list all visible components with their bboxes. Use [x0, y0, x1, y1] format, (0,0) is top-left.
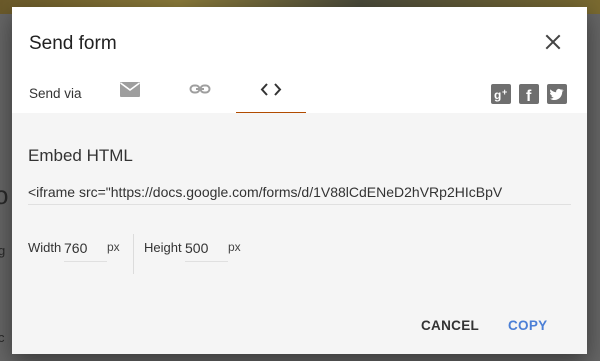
dialog-body: Embed HTML <iframe src="https://docs.goo… — [12, 113, 587, 354]
send-via-label: Send via — [29, 86, 82, 101]
google-plus-icon: g + — [494, 87, 507, 102]
height-input[interactable]: 500 — [185, 240, 228, 262]
height-label: Height — [144, 240, 182, 255]
svg-text:f: f — [526, 88, 532, 104]
width-label: Width — [28, 240, 62, 255]
svg-text:g: g — [494, 88, 501, 102]
background-text-fragment: c — [0, 330, 5, 345]
cancel-button[interactable]: CANCEL — [421, 318, 479, 333]
dialog-title: Send form — [29, 33, 117, 54]
email-icon — [120, 82, 140, 97]
facebook-share-button[interactable]: f — [519, 84, 539, 104]
send-form-dialog: Send form Send via g + f Embed HTML <ifr… — [12, 7, 587, 354]
svg-text:+: + — [502, 87, 507, 97]
field-divider — [133, 234, 134, 274]
dialog-header: Send form Send via g + f — [12, 7, 587, 114]
width-input[interactable]: 760 — [64, 240, 107, 262]
twitter-share-button[interactable] — [547, 84, 567, 104]
tab-embed[interactable] — [236, 77, 306, 114]
tab-email[interactable] — [95, 77, 165, 114]
facebook-icon: f — [526, 88, 532, 104]
height-unit: px — [228, 240, 241, 254]
link-icon — [189, 84, 211, 94]
embed-code-field[interactable]: <iframe src="https://docs.google.com/for… — [28, 184, 571, 205]
code-icon — [260, 83, 282, 96]
background-text-fragment: o — [0, 180, 9, 210]
google-plus-share-button[interactable]: g + — [491, 84, 511, 104]
close-icon — [545, 34, 561, 50]
tab-link[interactable] — [165, 77, 235, 114]
copy-button[interactable]: COPY — [508, 318, 547, 333]
width-unit: px — [107, 240, 120, 254]
close-button[interactable] — [540, 29, 566, 55]
background-text-fragment: g — [0, 243, 6, 258]
embed-html-heading: Embed HTML — [28, 146, 133, 165]
twitter-icon — [550, 88, 564, 100]
